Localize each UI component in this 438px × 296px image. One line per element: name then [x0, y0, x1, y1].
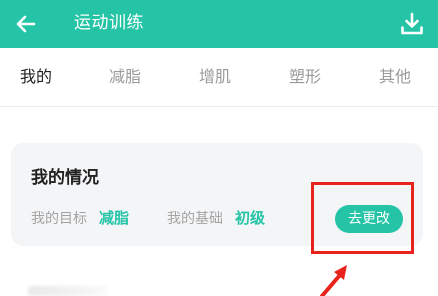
blurred-content	[28, 286, 108, 296]
card-title: 我的情况	[31, 168, 99, 188]
tab-fat-loss[interactable]: 减脂	[109, 48, 141, 106]
base-label: 我的基础	[167, 211, 223, 227]
goal-value: 减脂	[99, 209, 130, 227]
tab-shaping[interactable]: 塑形	[289, 48, 321, 106]
tab-muscle-gain[interactable]: 增肌	[199, 48, 231, 106]
change-button[interactable]: 去更改	[335, 205, 403, 233]
app-screen: 运动训练 我的 减脂 增肌 塑形 其他 我的情况 我的目标 减脂 我的基础 初级…	[0, 0, 438, 296]
download-icon	[401, 12, 423, 35]
back-button[interactable]	[8, 6, 44, 42]
tab-mine[interactable]: 我的	[20, 48, 52, 106]
my-status-card: 我的情况 我的目标 减脂 我的基础 初级 去更改	[11, 143, 423, 246]
download-button[interactable]	[394, 6, 430, 42]
header-bar: 运动训练	[0, 0, 438, 48]
page-title: 运动训练	[74, 13, 144, 33]
base-value: 初级	[235, 209, 266, 227]
goal-label: 我的目标	[31, 211, 87, 227]
annotation-arrow-icon	[320, 265, 347, 296]
arrow-left-icon	[16, 15, 36, 33]
category-tabs: 我的 减脂 增肌 塑形 其他	[0, 48, 438, 107]
tab-other[interactable]: 其他	[379, 48, 411, 106]
